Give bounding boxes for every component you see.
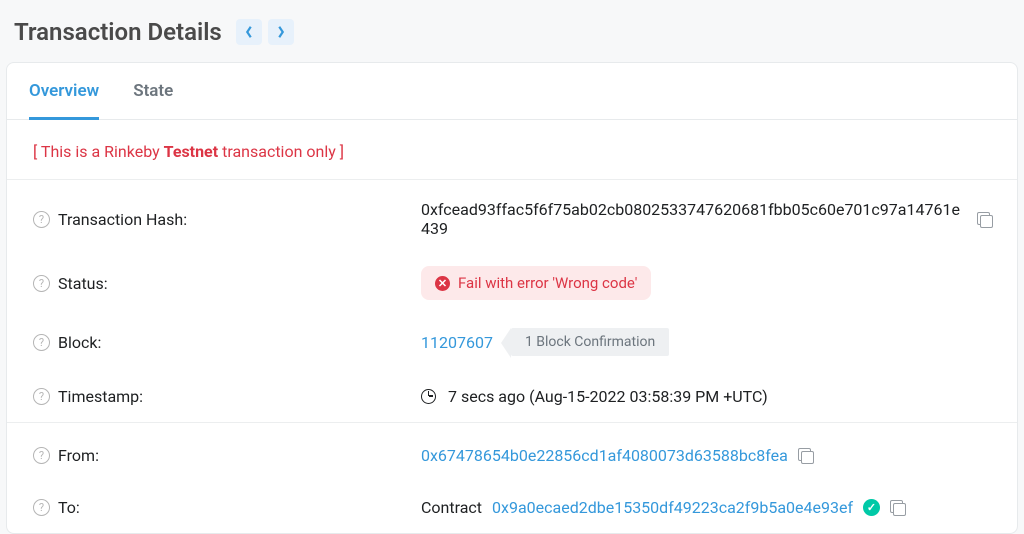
value-block: 11207607 1 Block Confirmation [421, 328, 991, 356]
help-icon[interactable]: ? [33, 447, 50, 464]
row-block: ? Block: 11207607 1 Block Confirmation [7, 314, 1017, 370]
value-from: 0x67478654b0e22856cd1af4080073d63588bc8f… [421, 446, 991, 465]
row-from: ? From: 0x67478654b0e22856cd1af4080073d6… [7, 429, 1017, 481]
timestamp-text: 7 secs ago (Aug-15-2022 03:58:39 PM +UTC… [448, 387, 768, 406]
help-icon[interactable]: ? [33, 334, 50, 351]
value-status: ✕ Fail with error 'Wrong code' [421, 266, 991, 300]
help-icon[interactable]: ? [33, 499, 50, 516]
tabs: Overview State [7, 63, 1017, 120]
status-badge: ✕ Fail with error 'Wrong code' [421, 266, 651, 300]
from-address-link[interactable]: 0x67478654b0e22856cd1af4080073d63588bc8f… [421, 446, 788, 465]
label-from-text: From: [58, 446, 99, 465]
block-link[interactable]: 11207607 [421, 333, 493, 352]
page-header: Transaction Details [0, 0, 1024, 62]
page-title: Transaction Details [14, 18, 222, 46]
tx-nav-arrows [236, 19, 294, 45]
label-hash-text: Transaction Hash: [58, 210, 187, 229]
tab-state[interactable]: State [133, 63, 173, 120]
label-hash: ? Transaction Hash: [33, 210, 421, 229]
help-icon[interactable]: ? [33, 388, 50, 405]
tx-card: Overview State [ This is a Rinkeby Testn… [6, 62, 1018, 534]
copy-to-button[interactable] [890, 500, 905, 515]
error-icon: ✕ [435, 276, 450, 291]
divider [7, 179, 1017, 180]
label-timestamp: ? Timestamp: [33, 387, 421, 406]
help-icon[interactable]: ? [33, 275, 50, 292]
row-hash: ? Transaction Hash: 0xfcead93ffac5f6f75a… [7, 186, 1017, 252]
label-block: ? Block: [33, 333, 421, 352]
row-timestamp: ? Timestamp: 7 secs ago (Aug-15-2022 03:… [7, 370, 1017, 422]
label-block-text: Block: [58, 333, 101, 352]
copy-from-button[interactable] [798, 448, 813, 463]
value-to: Contract 0x9a0ecaed2dbe15350df49223ca2f9… [421, 498, 991, 517]
next-tx-button[interactable] [268, 19, 294, 45]
label-timestamp-text: Timestamp: [58, 387, 143, 406]
value-timestamp: 7 secs ago (Aug-15-2022 03:58:39 PM +UTC… [421, 387, 991, 406]
help-icon[interactable]: ? [33, 211, 50, 228]
copy-hash-button[interactable] [977, 212, 991, 227]
verified-icon: ✓ [863, 499, 880, 516]
prev-tx-button[interactable] [236, 19, 262, 45]
status-text: Fail with error 'Wrong code' [458, 274, 637, 292]
divider [7, 422, 1017, 423]
value-hash: 0xfcead93ffac5f6f75ab02cb080253374762068… [421, 200, 991, 238]
confirmation-badge: 1 Block Confirmation [511, 328, 669, 356]
label-status-text: Status: [58, 274, 108, 293]
row-to: ? To: Contract 0x9a0ecaed2dbe15350df4922… [7, 481, 1017, 533]
row-status: ? Status: ✕ Fail with error 'Wrong code' [7, 252, 1017, 314]
tab-overview[interactable]: Overview [29, 63, 99, 120]
label-status: ? Status: [33, 274, 421, 293]
label-from: ? From: [33, 446, 421, 465]
tx-hash: 0xfcead93ffac5f6f75ab02cb080253374762068… [421, 200, 967, 238]
label-to: ? To: [33, 498, 421, 517]
testnet-notice: [ This is a Rinkeby Testnet transaction … [7, 120, 1017, 179]
to-address-link[interactable]: 0x9a0ecaed2dbe15350df49223ca2f9b5a0e4e93… [492, 498, 853, 517]
clock-icon [421, 389, 436, 404]
label-to-text: To: [58, 498, 80, 517]
to-prefix: Contract [421, 498, 482, 517]
